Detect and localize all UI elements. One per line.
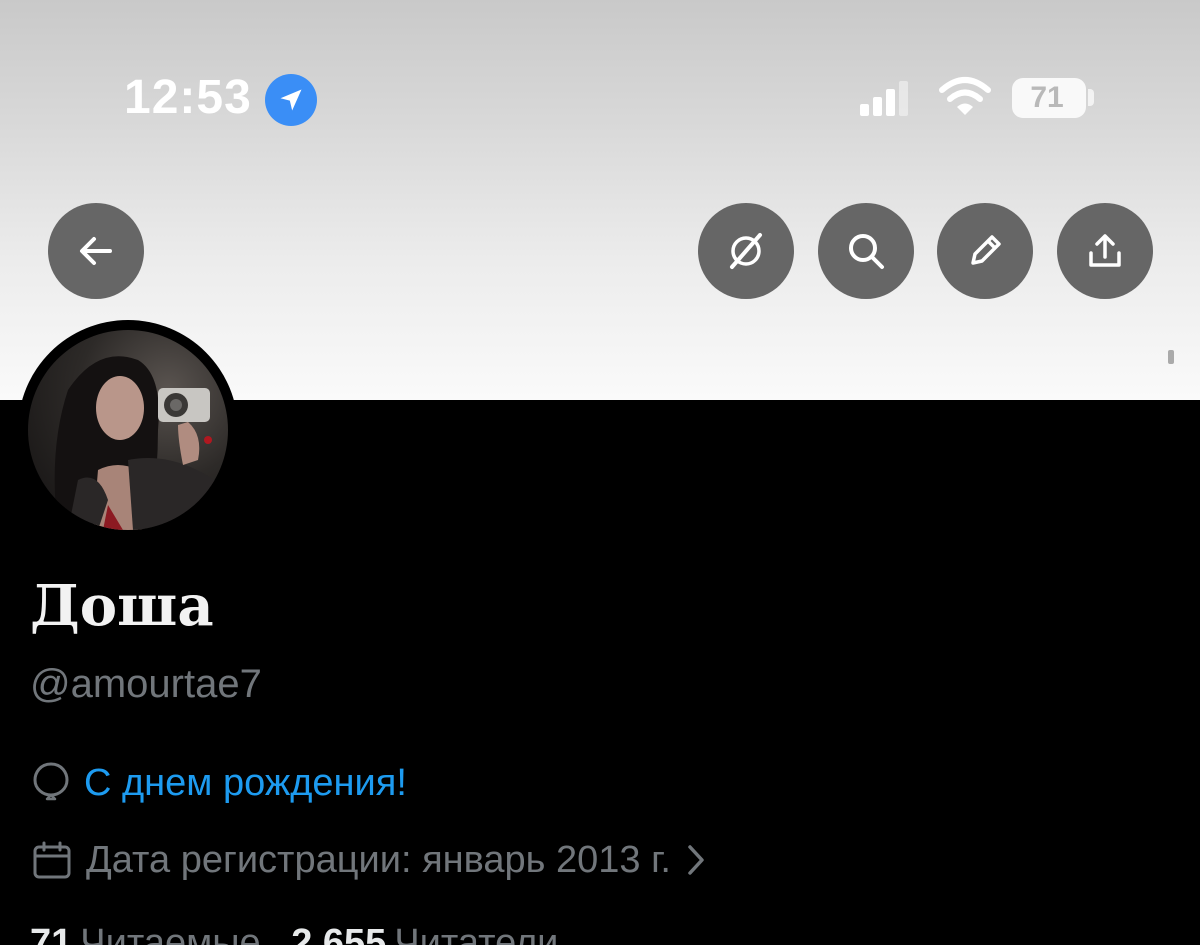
status-time: 12:53 — [124, 71, 252, 124]
follow-stats: 71 Читаемые 2 655 Читатели — [30, 920, 578, 945]
birthday-row[interactable]: С днем рождения! — [32, 757, 407, 809]
search-button[interactable] — [818, 203, 914, 299]
grok-button[interactable] — [698, 203, 794, 299]
battery-tip — [1088, 89, 1094, 106]
following-link[interactable]: 71 Читаемые — [30, 922, 291, 945]
balloon-icon — [33, 762, 69, 801]
followers-count: 2 655 — [291, 922, 387, 945]
joined-date-row[interactable]: Дата регистрации: январь 2013 г. — [32, 834, 707, 886]
following-label: Читаемые — [80, 922, 261, 945]
cellular-signal-icon — [860, 80, 908, 116]
profile-screen: 12:53 71 Доша @amourtae7 С днем рождения… — [0, 0, 1200, 945]
share-upload-icon — [1089, 234, 1121, 267]
search-icon — [849, 234, 884, 269]
battery-level: 71 — [1030, 81, 1064, 114]
edit-button[interactable] — [937, 203, 1033, 299]
followers-link[interactable]: 2 655 Читатели — [291, 922, 578, 945]
calendar-icon — [33, 841, 71, 879]
wifi-icon — [938, 76, 992, 123]
pencil-icon — [971, 235, 1001, 265]
arrow-left-icon — [80, 237, 112, 265]
joined-date-text: Дата регистрации: январь 2013 г. — [86, 838, 671, 881]
grok-slash-icon — [730, 233, 762, 269]
user-handle: @amourtae7 — [30, 662, 262, 706]
back-button[interactable] — [48, 203, 144, 299]
avatar-photo — [28, 330, 228, 530]
avatar[interactable] — [18, 320, 238, 540]
birthday-link[interactable]: С днем рождения! — [84, 762, 407, 805]
followers-label: Читатели — [394, 922, 559, 945]
display-name: Доша — [30, 573, 214, 639]
following-count: 71 — [30, 922, 73, 945]
battery-icon: 71 — [1012, 78, 1086, 118]
banner-artifact — [1168, 350, 1174, 364]
share-button[interactable] — [1057, 203, 1153, 299]
chevron-right-icon — [688, 845, 704, 875]
location-arrow-icon — [265, 74, 317, 126]
